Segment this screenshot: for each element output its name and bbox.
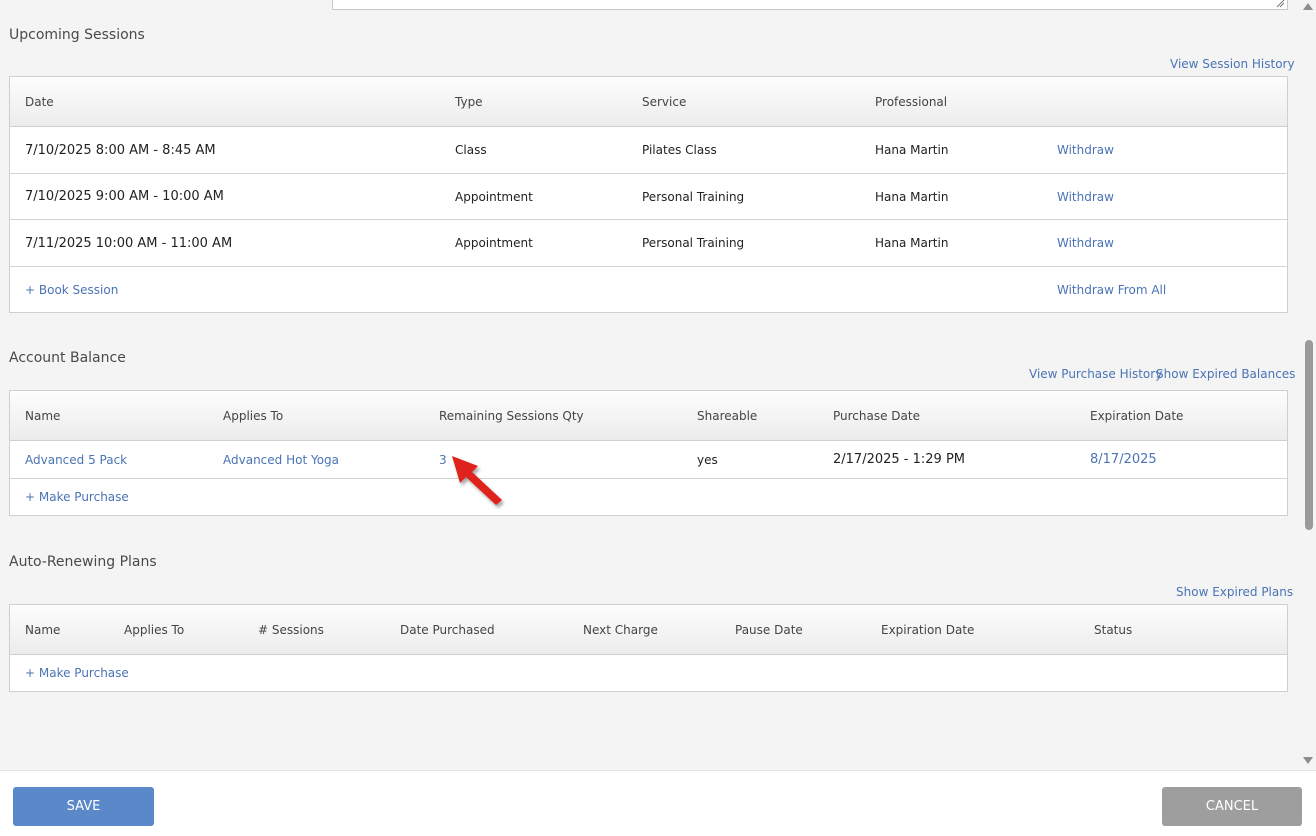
footer-bar: SAVE CANCEL [0, 770, 1316, 836]
col-next-charge: Next Charge [583, 622, 658, 637]
col-name: Name [25, 408, 61, 423]
purchase-date-value: 2/17/2025 - 1:29 PM [833, 452, 965, 467]
col-service: Service [642, 94, 687, 109]
balance-name-link[interactable]: Advanced 5 Pack [25, 441, 127, 478]
scroll-thumb[interactable] [1305, 340, 1313, 530]
page-scrollbar[interactable] [1300, 0, 1316, 770]
cancel-button[interactable]: CANCEL [1162, 787, 1302, 826]
expiration-date-link[interactable]: 8/17/2025 [1090, 441, 1157, 478]
col-professional: Professional [875, 94, 948, 109]
withdraw-link[interactable]: Withdraw [1057, 174, 1114, 219]
session-date: 7/10/2025 8:00 AM - 8:45 AM [25, 142, 216, 158]
table-row: Advanced 5 Pack Advanced Hot Yoga 3 yes … [10, 441, 1287, 479]
col-status: Status [1094, 622, 1133, 637]
upcoming-sessions-title: Upcoming Sessions [9, 27, 145, 43]
session-professional: Hana Martin [875, 189, 949, 204]
session-service: Pilates Class [642, 143, 717, 157]
table-row: 7/10/2025 8:00 AM - 8:45 AM Class Pilate… [10, 127, 1287, 174]
session-date: 7/11/2025 10:00 AM - 11:00 AM [25, 235, 233, 251]
col-expiration-date: Expiration Date [1090, 408, 1184, 423]
session-type: Appointment [455, 236, 533, 250]
col-type: Type [455, 94, 483, 109]
session-date: 7/10/2025 9:00 AM - 10:00 AM [25, 189, 224, 204]
table-footer-row: + Make Purchase [10, 479, 1287, 515]
col-date-purchased: Date Purchased [400, 622, 495, 637]
auto-renewing-plans-table: Name Applies To # Sessions Date Purchase… [9, 604, 1288, 692]
table-footer-row: + Make Purchase [10, 655, 1287, 691]
make-purchase-link[interactable]: + Make Purchase [25, 655, 129, 691]
table-row: 7/11/2025 10:00 AM - 11:00 AM Appointmen… [10, 220, 1287, 267]
session-professional: Hana Martin [875, 236, 949, 250]
show-expired-plans-link[interactable]: Show Expired Plans [1176, 585, 1293, 599]
applies-to-link[interactable]: Advanced Hot Yoga [223, 441, 339, 478]
withdraw-link[interactable]: Withdraw [1057, 220, 1114, 266]
col-applies-to: Applies To [223, 408, 284, 423]
col-purchase-date: Purchase Date [833, 408, 920, 423]
col-shareable: Shareable [697, 408, 758, 423]
col-sessions: # Sessions [258, 622, 324, 637]
account-balance-table: Name Applies To Remaining Sessions Qty S… [9, 390, 1288, 516]
account-balance-title: Account Balance [9, 350, 126, 366]
session-type: Appointment [455, 189, 533, 204]
view-purchase-history-link[interactable]: View Purchase History [1029, 367, 1162, 381]
shareable-value: yes [697, 452, 718, 467]
session-type: Class [455, 143, 487, 157]
notes-textarea[interactable] [332, 0, 1288, 10]
session-service: Personal Training [642, 189, 745, 204]
col-applies-to: Applies To [124, 622, 185, 637]
scroll-down-icon[interactable] [1303, 757, 1313, 764]
annotation-arrow-icon [452, 456, 502, 505]
col-date: Date [25, 94, 54, 109]
show-expired-balances-link[interactable]: Show Expired Balances [1156, 367, 1295, 381]
col-expiration-date: Expiration Date [881, 622, 975, 637]
upcoming-sessions-table: Date Type Service Professional 7/10/2025… [9, 76, 1288, 313]
session-service: Personal Training [642, 236, 745, 250]
withdraw-from-all-link[interactable]: Withdraw From All [1057, 267, 1166, 312]
make-purchase-link[interactable]: + Make Purchase [25, 479, 129, 515]
view-session-history-link[interactable]: View Session History [1170, 57, 1295, 71]
withdraw-link[interactable]: Withdraw [1057, 127, 1114, 173]
table-footer-row: + Book Session Withdraw From All [10, 267, 1287, 312]
col-name: Name [25, 622, 61, 637]
book-session-link[interactable]: + Book Session [25, 267, 118, 312]
auto-renewing-plans-title: Auto-Renewing Plans [9, 554, 157, 570]
table-header: Date Type Service Professional [10, 77, 1287, 127]
col-pause-date: Pause Date [735, 622, 803, 637]
resize-grip-icon[interactable] [1276, 0, 1285, 8]
remaining-sessions-link[interactable]: 3 [439, 441, 447, 478]
col-remaining-sessions: Remaining Sessions Qty [439, 408, 584, 423]
save-button[interactable]: SAVE [13, 787, 154, 826]
scroll-up-icon[interactable] [1303, 3, 1313, 10]
table-header: Name Applies To Remaining Sessions Qty S… [10, 391, 1287, 441]
table-row: 7/10/2025 9:00 AM - 10:00 AM Appointment… [10, 174, 1287, 220]
session-professional: Hana Martin [875, 143, 949, 157]
table-header: Name Applies To # Sessions Date Purchase… [10, 605, 1287, 655]
